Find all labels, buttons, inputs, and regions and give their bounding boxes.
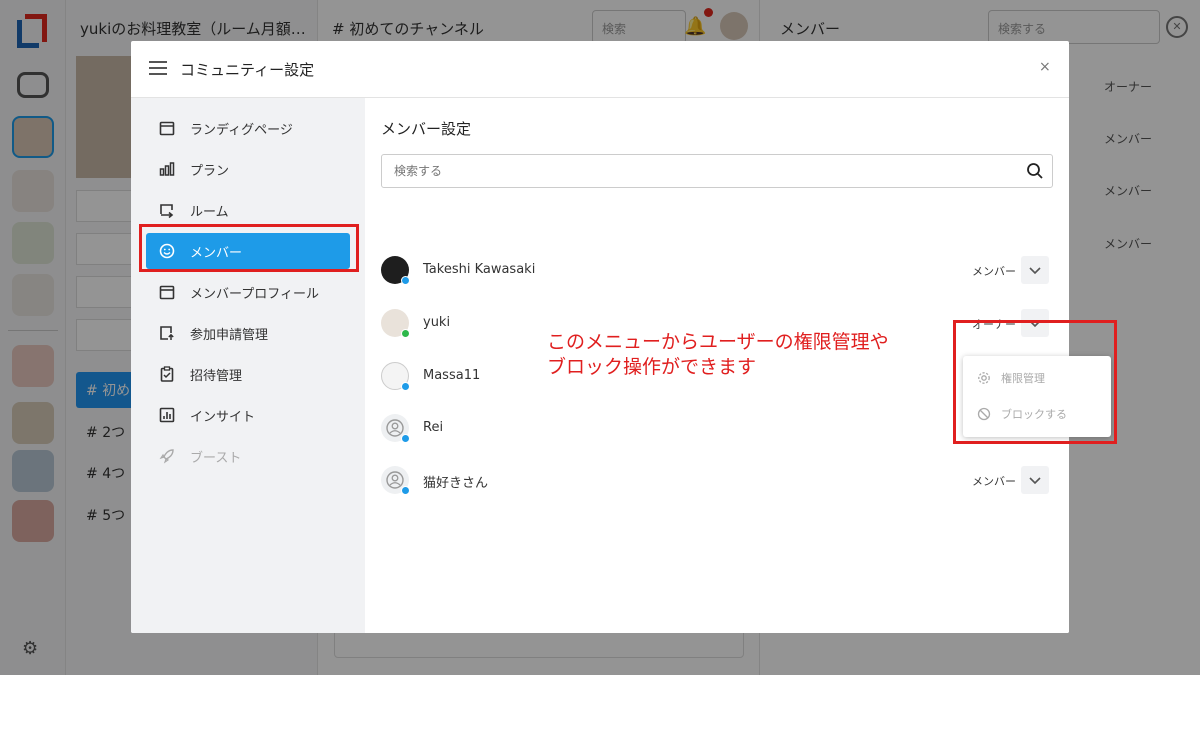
clipboard-icon [158,365,176,383]
section-title: メンバー設定 [381,120,472,138]
member-role: メンバー [972,475,1016,488]
close-icon[interactable]: × [1039,59,1051,75]
sidebar-item-room[interactable]: ルーム [146,192,350,228]
member-row: Takeshi Kawasaki メンバー [381,250,1053,290]
member-name: Takeshi Kawasaki [423,262,536,277]
sidebar-item-label: プラン [190,163,230,179]
sidebar-item-label: ブースト [190,450,242,466]
sidebar-item-join-requests[interactable]: 参加申請管理 [146,315,350,351]
role-dropdown-button[interactable] [1021,256,1049,284]
member-search [381,154,1053,188]
sidebar-item-label: ランディグページ [190,122,293,138]
annotation-highlight-dropdown [953,320,1117,444]
modal-title: コミュニティー設定 [180,61,315,79]
sidebar-item-label: ルーム [190,204,229,220]
sidebar-item-insight[interactable]: インサイト [146,397,350,433]
settings-sidebar: ランディグページ プラン ルーム メンバー メンバープロフィール 参加申請管理 … [131,98,365,633]
sidebar-item-member-profile[interactable]: メンバープロフィール [146,274,350,310]
status-dot [401,434,410,443]
rocket-icon [158,447,176,465]
insight-icon [158,406,176,424]
chevron-down-icon [1029,477,1041,485]
sidebar-item-boost: ブースト [146,438,350,474]
search-icon[interactable] [1026,162,1044,180]
room-icon [158,201,176,219]
member-search-input[interactable] [382,155,982,187]
status-dot [401,382,410,391]
annotation-line: ブロック操作ができます [547,356,757,378]
member-name: Rei [423,420,444,435]
status-dot [401,276,410,285]
member-role: メンバー [972,265,1016,278]
hamburger-icon[interactable] [149,61,167,75]
request-icon [158,324,176,342]
calendar-icon [158,283,176,301]
sidebar-item-landing-page[interactable]: ランディグページ [146,110,350,146]
annotation-highlight-members-nav [139,224,359,272]
sidebar-item-invitations[interactable]: 招待管理 [146,356,350,392]
status-dot [401,486,410,495]
member-name: Massa11 [423,368,481,383]
sidebar-item-label: 招待管理 [190,368,243,384]
member-row: 猫好きさん メンバー [381,460,1053,500]
sidebar-item-plan[interactable]: プラン [146,151,350,187]
bar-chart-icon [158,160,176,178]
status-dot [401,329,410,338]
member-name: 猫好きさん [423,476,489,491]
member-name: yuki [423,315,451,330]
modal-header: コミュニティー設定 × [131,41,1069,98]
calendar-icon [158,119,176,137]
annotation-line: このメニューからユーザーの権限管理や [547,331,889,353]
sidebar-item-label: メンバープロフィール [190,286,319,302]
sidebar-item-label: 参加申請管理 [190,327,269,343]
chevron-down-icon [1029,267,1041,275]
sidebar-item-label: インサイト [190,409,256,425]
role-dropdown-button[interactable] [1021,466,1049,494]
annotation-text: このメニューからユーザーの権限管理や ブロック操作ができます [547,330,947,380]
